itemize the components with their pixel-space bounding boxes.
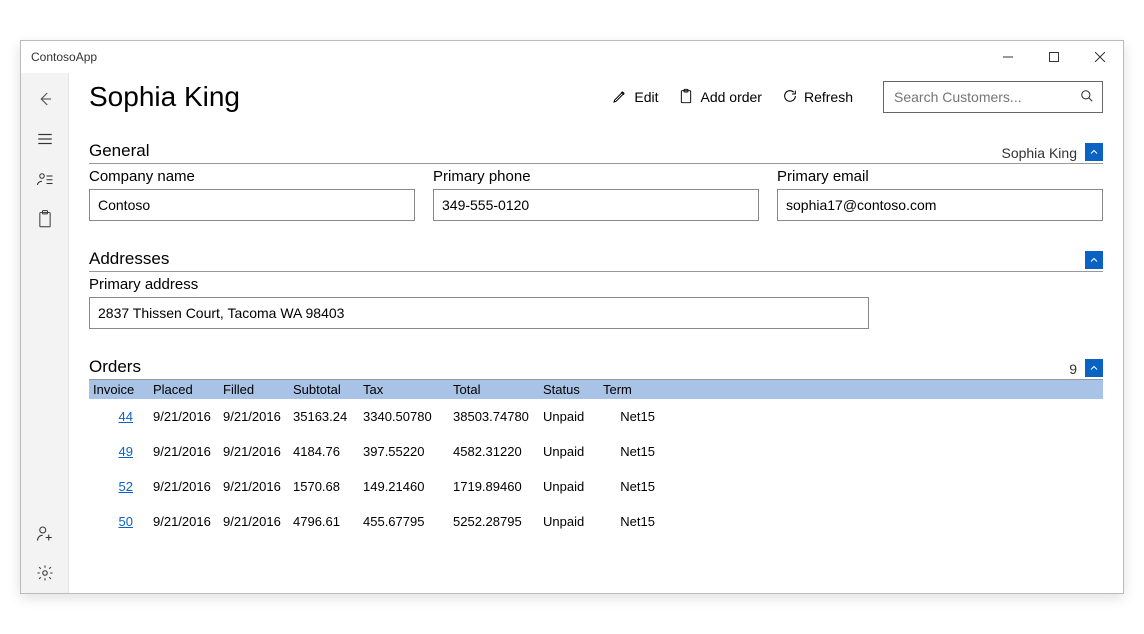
page-title: Sophia King <box>89 81 602 113</box>
page-header: Sophia King Edit Add order Refresh <box>89 73 1103 113</box>
addresses-section: Addresses Primary address <box>89 249 1103 329</box>
general-title: General <box>89 141 1001 161</box>
cell-filled: 9/21/2016 <box>219 399 289 434</box>
edit-button[interactable]: Edit <box>602 84 668 111</box>
general-collapse-toggle[interactable] <box>1085 143 1103 161</box>
main-content: Sophia King Edit Add order Refresh <box>69 73 1123 593</box>
general-section: General Sophia King Company name Primary… <box>89 141 1103 221</box>
search-input[interactable] <box>892 88 1080 106</box>
edit-label: Edit <box>634 89 658 105</box>
cell-tax: 397.55220 <box>359 434 449 469</box>
cell-subtotal: 1570.68 <box>289 469 359 504</box>
cell-status: Unpaid <box>539 434 599 469</box>
cell-term: Net15 <box>599 434 659 469</box>
pencil-icon <box>612 88 628 107</box>
refresh-icon <box>782 88 798 107</box>
table-row[interactable]: 509/21/20169/21/20164796.61455.677955252… <box>89 504 1103 539</box>
clipboard-icon <box>678 88 694 107</box>
cell-total: 38503.74780 <box>449 399 539 434</box>
cell-total: 4582.31220 <box>449 434 539 469</box>
orders-count: 9 <box>1069 361 1077 377</box>
table-row[interactable]: 529/21/20169/21/20161570.68149.214601719… <box>89 469 1103 504</box>
cell-filled: 9/21/2016 <box>219 469 289 504</box>
cell-subtotal: 4184.76 <box>289 434 359 469</box>
cell-filled: 9/21/2016 <box>219 434 289 469</box>
cell-term: Net15 <box>599 504 659 539</box>
col-subtotal[interactable]: Subtotal <box>289 380 359 399</box>
primary-address-input[interactable] <box>89 297 869 329</box>
general-right-label: Sophia King <box>1001 145 1077 161</box>
cell-total: 1719.89460 <box>449 469 539 504</box>
addresses-collapse-toggle[interactable] <box>1085 251 1103 269</box>
orders-table: Invoice Placed Filled Subtotal Tax Total… <box>89 380 1103 539</box>
company-label: Company name <box>89 168 415 185</box>
cell-filled: 9/21/2016 <box>219 504 289 539</box>
add-user-nav-icon[interactable] <box>21 513 69 553</box>
titlebar: ContosoApp <box>21 41 1123 73</box>
orders-collapse-toggle[interactable] <box>1085 359 1103 377</box>
close-button[interactable] <box>1077 41 1123 73</box>
invoice-link[interactable]: 50 <box>119 514 133 529</box>
cell-tax: 149.21460 <box>359 469 449 504</box>
cell-total: 5252.28795 <box>449 504 539 539</box>
orders-header-row: Invoice Placed Filled Subtotal Tax Total… <box>89 380 1103 399</box>
search-icon <box>1080 89 1094 106</box>
cell-subtotal: 4796.61 <box>289 504 359 539</box>
cell-tax: 3340.50780 <box>359 399 449 434</box>
orders-title: Orders <box>89 357 1069 377</box>
cell-term: Net15 <box>599 399 659 434</box>
refresh-label: Refresh <box>804 89 853 105</box>
window-title: ContosoApp <box>31 50 97 64</box>
app-window: ContosoApp <box>20 40 1124 594</box>
table-row[interactable]: 499/21/20169/21/20164184.76397.552204582… <box>89 434 1103 469</box>
col-filled[interactable]: Filled <box>219 380 289 399</box>
add-order-label: Add order <box>700 89 761 105</box>
col-tax[interactable]: Tax <box>359 380 449 399</box>
invoice-link[interactable]: 52 <box>119 479 133 494</box>
email-input[interactable] <box>777 189 1103 221</box>
cell-status: Unpaid <box>539 504 599 539</box>
table-row[interactable]: 449/21/20169/21/201635163.243340.5078038… <box>89 399 1103 434</box>
hamburger-menu-icon[interactable] <box>21 119 69 159</box>
email-label: Primary email <box>777 168 1103 185</box>
orders-nav-icon[interactable] <box>21 199 69 239</box>
settings-nav-icon[interactable] <box>21 553 69 593</box>
cell-status: Unpaid <box>539 469 599 504</box>
col-term[interactable]: Term <box>599 380 659 399</box>
sidebar <box>21 73 69 593</box>
search-box[interactable] <box>883 81 1103 113</box>
phone-label: Primary phone <box>433 168 759 185</box>
cell-placed: 9/21/2016 <box>149 469 219 504</box>
cell-term: Net15 <box>599 469 659 504</box>
cell-subtotal: 35163.24 <box>289 399 359 434</box>
cell-tax: 455.67795 <box>359 504 449 539</box>
phone-input[interactable] <box>433 189 759 221</box>
cell-placed: 9/21/2016 <box>149 504 219 539</box>
refresh-button[interactable]: Refresh <box>772 84 863 111</box>
minimize-button[interactable] <box>985 41 1031 73</box>
customers-nav-icon[interactable] <box>21 159 69 199</box>
cell-status: Unpaid <box>539 399 599 434</box>
company-input[interactable] <box>89 189 415 221</box>
col-placed[interactable]: Placed <box>149 380 219 399</box>
add-order-button[interactable]: Add order <box>668 84 771 111</box>
invoice-link[interactable]: 44 <box>119 409 133 424</box>
maximize-button[interactable] <box>1031 41 1077 73</box>
col-invoice[interactable]: Invoice <box>89 380 149 399</box>
back-button[interactable] <box>21 79 69 119</box>
col-total[interactable]: Total <box>449 380 539 399</box>
cell-placed: 9/21/2016 <box>149 399 219 434</box>
addresses-title: Addresses <box>89 249 1085 269</box>
col-status[interactable]: Status <box>539 380 599 399</box>
cell-placed: 9/21/2016 <box>149 434 219 469</box>
invoice-link[interactable]: 49 <box>119 444 133 459</box>
primary-address-label: Primary address <box>89 276 869 293</box>
orders-section: Orders 9 Invoice Placed Filled Su <box>89 357 1103 539</box>
